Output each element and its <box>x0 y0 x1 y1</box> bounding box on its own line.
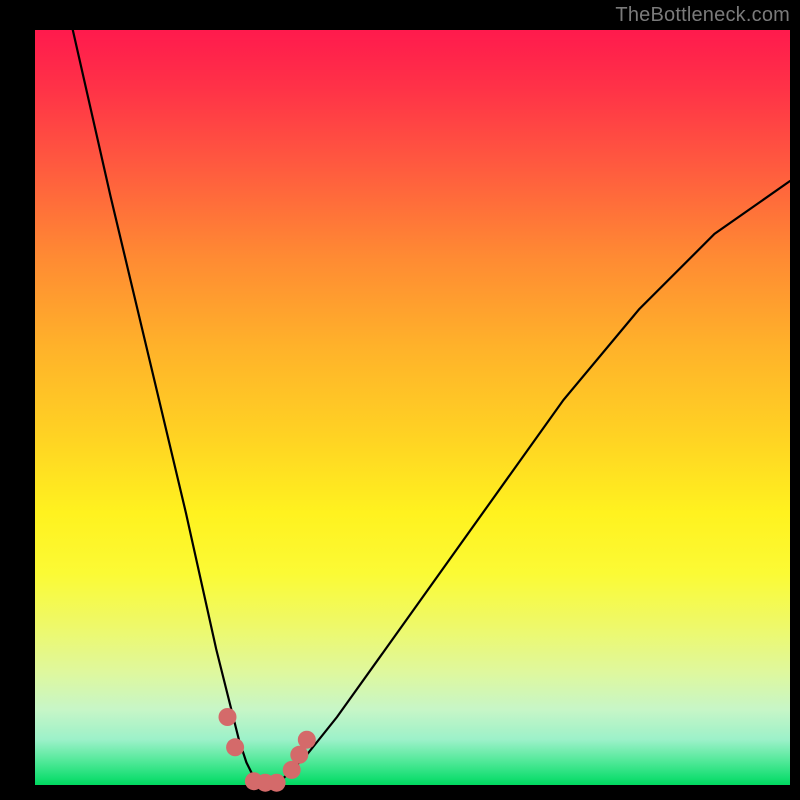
valley-marker <box>298 731 316 749</box>
bottleneck-curve <box>73 30 790 785</box>
valley-markers <box>219 708 316 792</box>
valley-marker <box>268 774 286 792</box>
chart-canvas: TheBottleneck.com <box>0 0 800 800</box>
plot-area <box>35 30 790 785</box>
valley-marker <box>219 708 237 726</box>
plot-overlay <box>35 30 790 785</box>
watermark-text: TheBottleneck.com <box>615 4 790 27</box>
valley-marker <box>226 738 244 756</box>
